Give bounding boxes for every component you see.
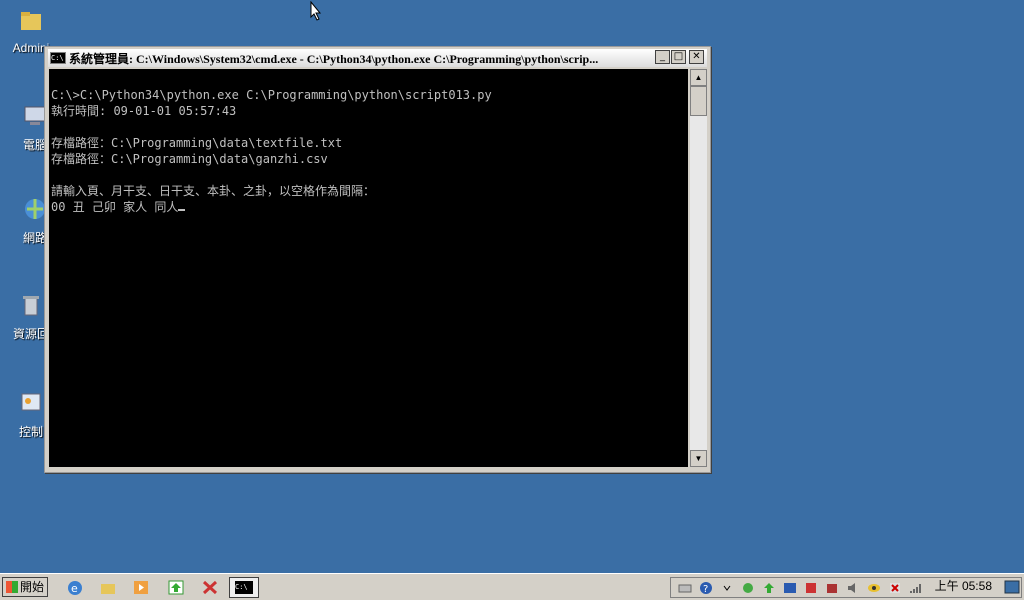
maximize-button[interactable]: □ <box>671 50 686 64</box>
scroll-down-arrow-icon[interactable]: ▼ <box>690 450 707 467</box>
upload-arrow-icon[interactable] <box>167 579 185 596</box>
start-label: 開始 <box>20 580 45 594</box>
close-button[interactable]: ✕ <box>689 50 704 64</box>
security-icon[interactable] <box>804 581 818 595</box>
mouse-pointer-icon <box>310 1 322 21</box>
network-disconnected-icon[interactable] <box>888 581 902 595</box>
signal-icon[interactable] <box>909 581 923 595</box>
internet-explorer-icon[interactable]: e <box>66 579 84 596</box>
cmd-icon: C:\ <box>50 52 66 64</box>
upload-arrow-icon[interactable] <box>762 581 776 595</box>
volume-icon[interactable] <box>846 581 860 595</box>
console-output[interactable]: C:\>C:\Python34\python.exe C:\Programmin… <box>49 69 688 467</box>
console-input-line: 00 丑 己卯 家人 同人 <box>51 199 688 215</box>
app-icon-red[interactable] <box>201 579 219 596</box>
taskbar: 開始 e C:\ ? 上午 05:58 <box>0 573 1024 600</box>
explorer-folder-icon[interactable] <box>99 579 117 596</box>
scroll-up-arrow-icon[interactable]: ▲ <box>690 69 707 86</box>
minimize-button[interactable]: _ <box>655 50 670 64</box>
window-titlebar[interactable]: C:\ 系統管理員: C:\Windows\System32\cmd.exe -… <box>48 49 707 67</box>
control-panel-icon <box>21 393 41 411</box>
console-line: 執行時間: 09-01-01 05:57:43 <box>51 104 237 118</box>
console-line: C:\>C:\Python34\python.exe C:\Programmin… <box>51 88 492 102</box>
taskbar-cmd-button[interactable]: C:\ <box>229 577 259 598</box>
folder-icon <box>21 12 41 30</box>
svg-text:?: ? <box>703 584 708 595</box>
show-desktop-icon[interactable] <box>1004 580 1020 594</box>
window-title: 系統管理員: C:\Windows\System32\cmd.exe - C:\… <box>69 51 599 66</box>
driver-icon[interactable] <box>825 581 839 595</box>
scroll-thumb[interactable] <box>690 86 707 116</box>
console-input-text: 00 丑 己卯 家人 同人 <box>51 200 179 214</box>
safety-icon[interactable] <box>741 581 755 595</box>
svg-text:e: e <box>71 582 78 595</box>
vertical-scrollbar[interactable]: ▲ ▼ <box>690 69 707 467</box>
cmd-window[interactable]: C:\ 系統管理員: C:\Windows\System32\cmd.exe -… <box>44 46 711 473</box>
text-cursor <box>178 209 186 211</box>
console-line: 存檔路徑：C:\Programming\data\textfile.txt <box>51 136 343 150</box>
windows-flag-icon <box>6 581 18 593</box>
recycle-bin-icon <box>23 296 39 316</box>
console-line: 存檔路徑：C:\Programming\data\ganzhi.csv <box>51 152 328 166</box>
eye-icon[interactable] <box>867 581 881 595</box>
tray-expand-icon[interactable] <box>720 581 734 595</box>
media-player-icon[interactable] <box>132 579 150 596</box>
help-icon[interactable]: ? <box>699 581 713 595</box>
taskbar-clock[interactable]: 上午 05:58 <box>935 577 992 594</box>
keyboard-icon[interactable] <box>678 581 692 595</box>
cmd-icon: C:\ <box>235 581 253 594</box>
start-button[interactable]: 開始 <box>2 577 48 597</box>
network-monitor-icon[interactable] <box>783 581 797 595</box>
console-line: 請輸入頁、月干支、日干支、本卦、之卦，以空格作為間隔： <box>51 184 376 198</box>
